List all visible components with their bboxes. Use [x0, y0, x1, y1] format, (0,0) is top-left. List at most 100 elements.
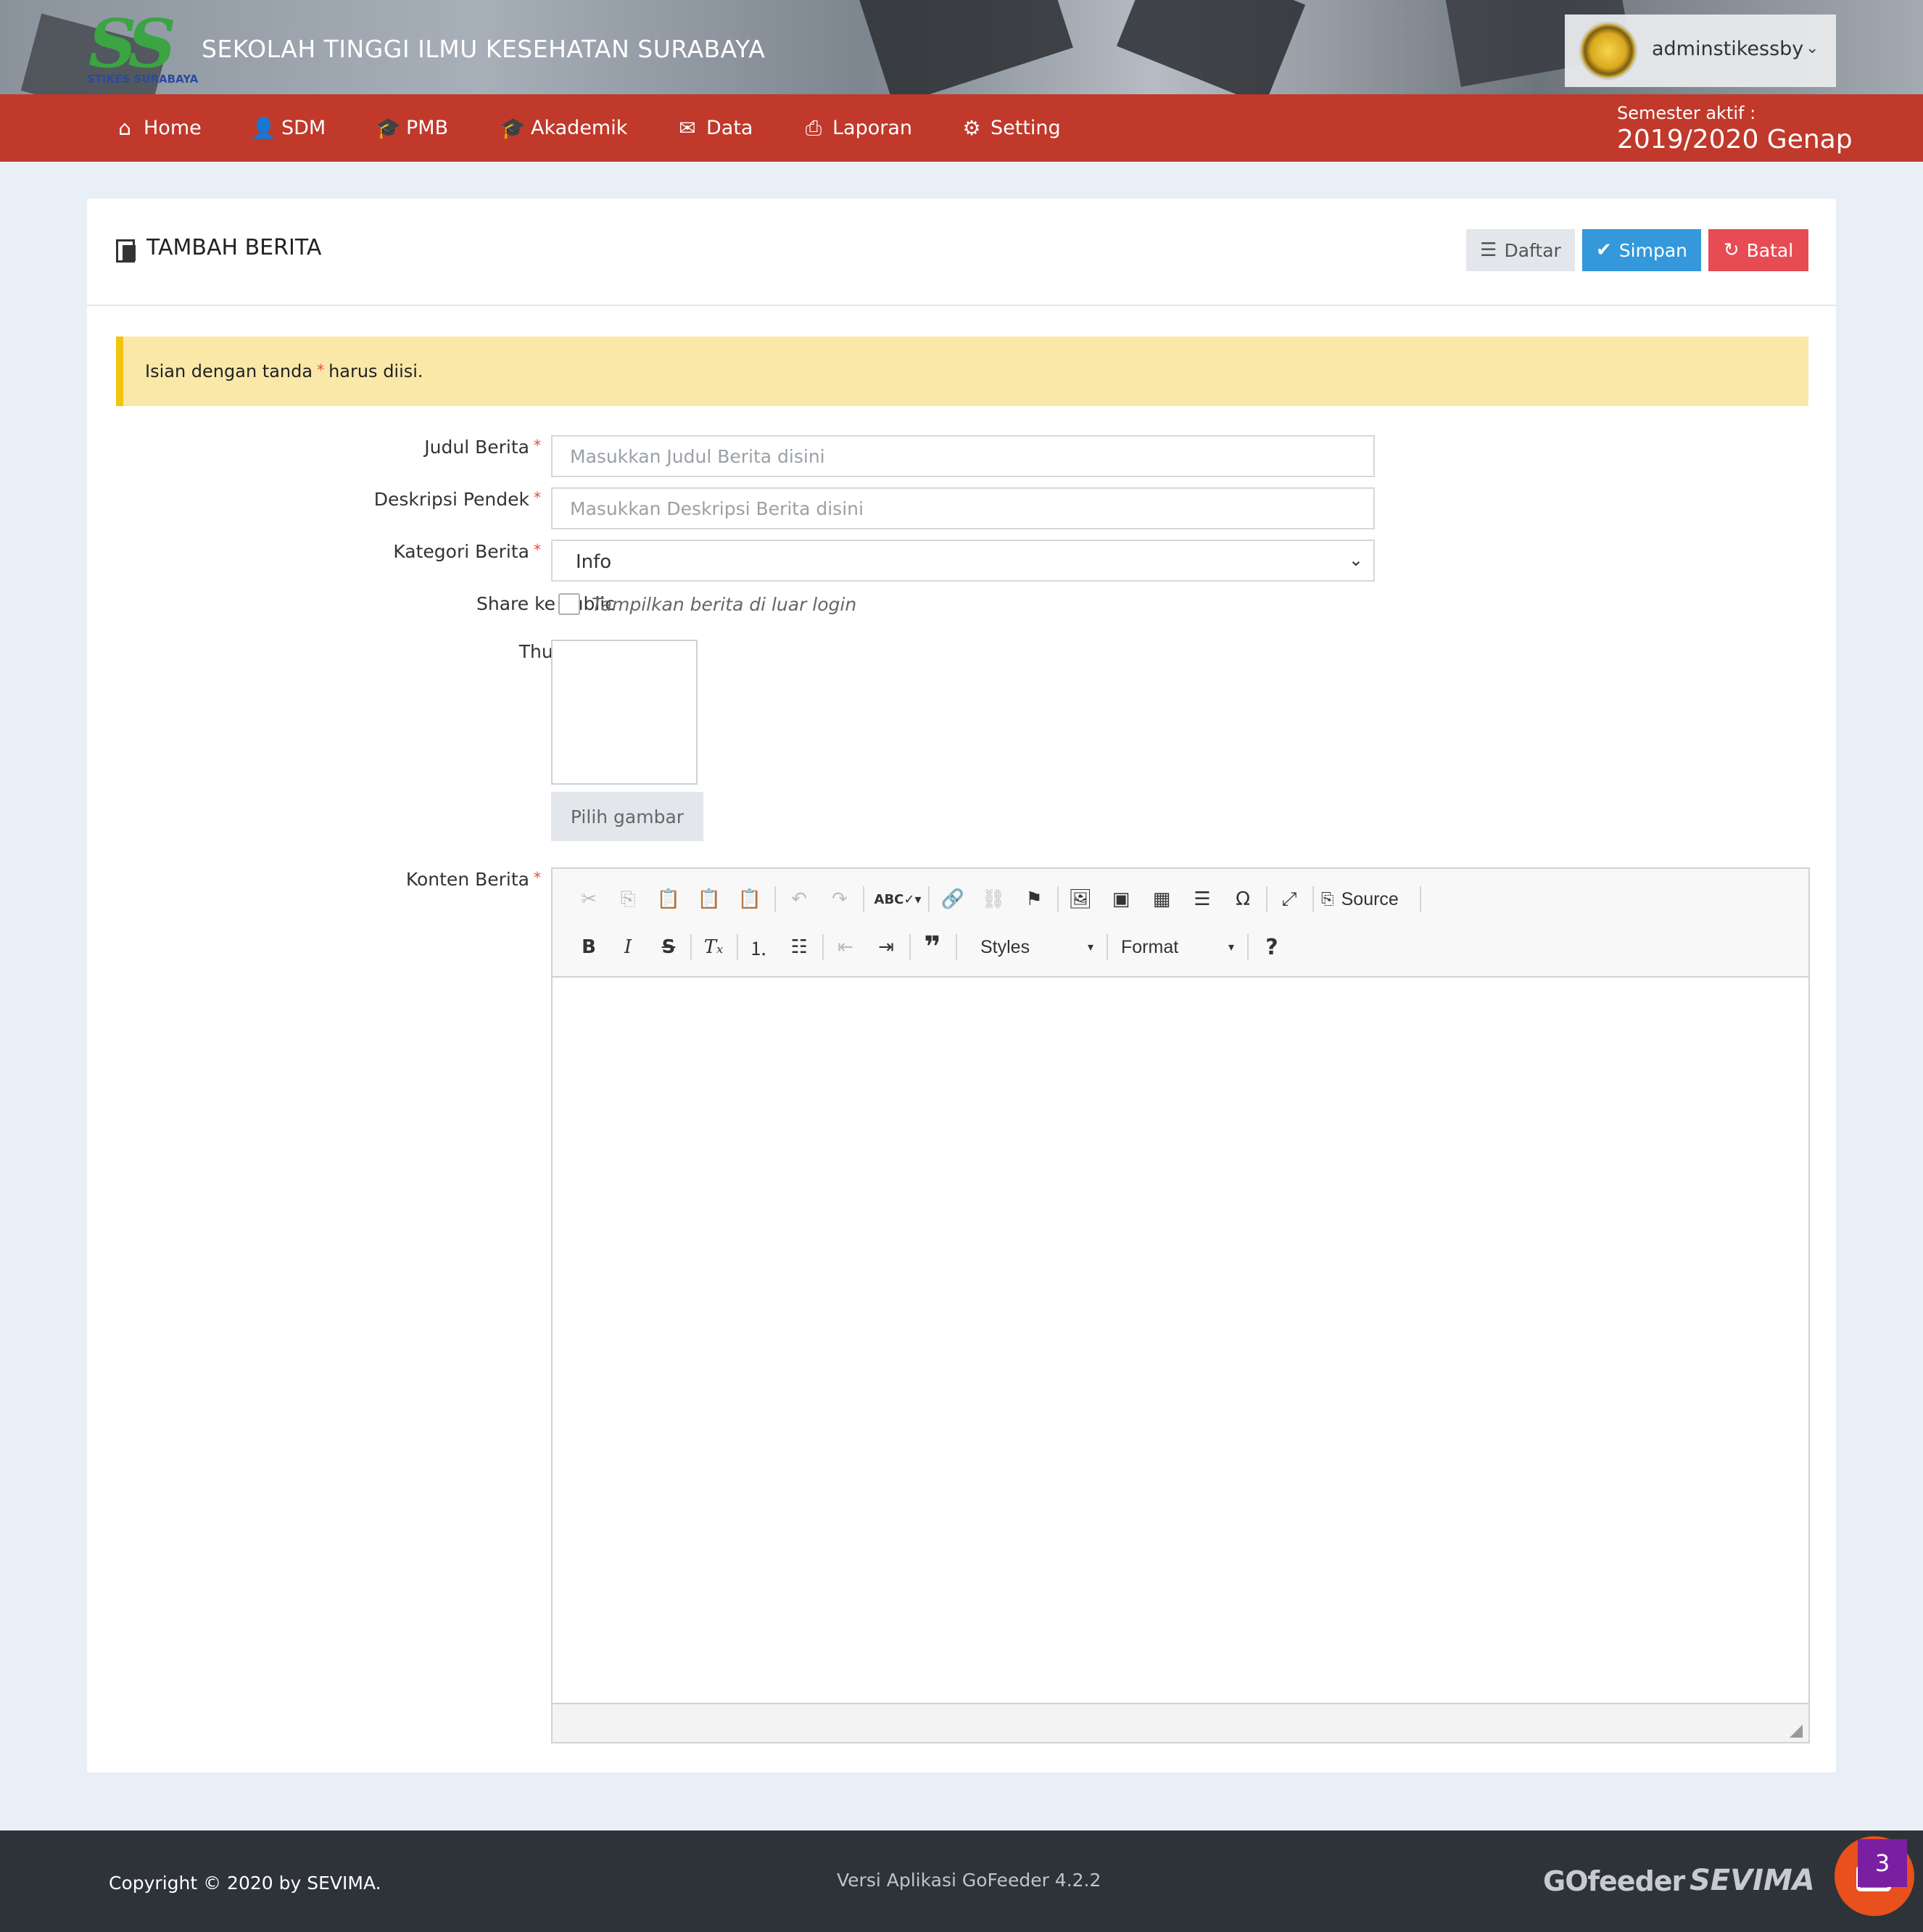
batal-button[interactable]: ↻ Batal: [1708, 229, 1808, 271]
toolbar-separator: [822, 934, 824, 960]
daftar-button[interactable]: ☰ Daftar: [1466, 229, 1575, 271]
undo-icon[interactable]: ↶: [783, 883, 815, 915]
format-dropdown[interactable]: Format ▾: [1121, 931, 1237, 963]
anchor-flag-icon[interactable]: ⚑: [1018, 883, 1050, 915]
bullet-list-icon[interactable]: ☷: [783, 931, 815, 963]
nav-item-sdm[interactable]: 👤 SDM: [251, 94, 326, 162]
nav-item-laporan[interactable]: ⎙ Laporan: [802, 94, 912, 162]
unlink-icon[interactable]: ⛓: [977, 883, 1009, 915]
gear-icon: ⚙: [962, 116, 981, 140]
avatar: [1579, 22, 1637, 80]
nav-item-label: Akademik: [531, 117, 628, 139]
special-char-icon[interactable]: Ω: [1227, 883, 1259, 915]
dropdown-arrow-icon: ▾: [1228, 941, 1235, 954]
required-notice-text: Isian dengan tanda * harus diisi.: [145, 361, 423, 381]
simpan-button[interactable]: ✔ Simpan: [1582, 229, 1701, 271]
dropdown-arrow-icon: ▾: [1088, 941, 1094, 954]
paste-text-icon[interactable]: 📋: [693, 883, 725, 915]
kategori-select[interactable]: Info ⌄: [551, 540, 1375, 582]
resize-handle-icon[interactable]: [1790, 1725, 1803, 1738]
site-logo[interactable]: SS STIKES SURABAYA: [86, 10, 198, 87]
source-label: Source: [1341, 888, 1399, 909]
table-icon[interactable]: ▦: [1146, 883, 1178, 915]
graduation-cap-icon: 🎓: [500, 116, 526, 140]
form-card: TAMBAH BERITA ☰ Daftar ✔ Simpan ↻ Batal …: [87, 199, 1836, 1772]
logo-subtitle: STIKES SURABAYA: [87, 73, 199, 86]
toolbar-separator: [863, 886, 864, 912]
nav-item-data[interactable]: ✉ Data: [676, 94, 753, 162]
semester-value: 2019/2020 Genap: [1617, 125, 1853, 154]
redo-icon[interactable]: ↷: [824, 883, 856, 915]
source-button[interactable]: ⎘ Source: [1321, 883, 1399, 915]
konten-label-text: Konten Berita: [405, 869, 529, 890]
horizontal-rule-icon[interactable]: ☰: [1186, 883, 1218, 915]
spellcheck-icon[interactable]: ABC✓▾: [874, 883, 922, 915]
toolbar-separator: [1420, 886, 1421, 912]
nav-item-pmb[interactable]: 🎓 PMB: [376, 94, 448, 162]
chat-notification-badge[interactable]: 3: [1858, 1839, 1907, 1887]
link-icon[interactable]: 🔗: [937, 883, 969, 915]
nav-item-label: Data: [706, 117, 753, 139]
kategori-label-text: Kategori Berita: [393, 541, 529, 562]
bold-icon[interactable]: B: [573, 931, 605, 963]
indent-icon[interactable]: ⇥: [870, 931, 902, 963]
site-title: SEKOLAH TINGGI ILMU KESEHATAN SURABAYA: [202, 35, 766, 63]
toolbar-separator: [1312, 886, 1314, 912]
help-icon[interactable]: ?: [1256, 931, 1288, 963]
editor-statusbar: [553, 1703, 1808, 1742]
share-checkbox-label[interactable]: Tampilkan berita di luar login: [592, 594, 856, 615]
toolbar-separator: [690, 934, 692, 960]
paste-icon[interactable]: 📋: [653, 883, 685, 915]
pilih-gambar-button[interactable]: Pilih gambar: [551, 792, 703, 841]
home-icon: ⌂: [118, 116, 131, 140]
nav-item-label: PMB: [406, 117, 449, 139]
styles-label: Styles: [980, 936, 1030, 957]
nav-item-label: Home: [144, 117, 202, 139]
app-version: Versi Aplikasi GoFeeder 4.2.2: [837, 1870, 1101, 1891]
check-icon: ✔: [1596, 239, 1612, 261]
maximize-icon[interactable]: ⤢: [1273, 883, 1305, 915]
user-menu[interactable]: adminstikessby ⌄: [1565, 15, 1836, 87]
copy-icon[interactable]: ⎘: [612, 883, 644, 915]
nav-item-akademik[interactable]: 🎓 Akademik: [500, 94, 627, 162]
judul-input[interactable]: [551, 435, 1375, 477]
insert-media-icon[interactable]: ▣: [1105, 883, 1137, 915]
paste-word-icon[interactable]: 📋: [734, 883, 766, 915]
footer: Copyright © 2020 by SEVIMA. Versi Aplika…: [0, 1830, 1923, 1932]
numbered-list-icon[interactable]: ⒈: [743, 931, 774, 963]
source-code-icon: ⎘: [1321, 890, 1334, 908]
required-marker: *: [534, 869, 541, 886]
required-marker: *: [534, 437, 541, 454]
deskripsi-label: Deskripsi Pendek *: [374, 489, 545, 510]
required-marker: *: [534, 489, 541, 506]
refresh-icon: ↻: [1723, 239, 1740, 261]
share-public-checkbox[interactable]: [558, 593, 580, 615]
styles-dropdown[interactable]: Styles ▾: [980, 931, 1096, 963]
nav-item-home[interactable]: ⌂ Home: [113, 94, 202, 162]
required-marker: *: [317, 361, 325, 379]
copyright-text: Copyright © 2020 by SEVIMA.: [109, 1873, 381, 1894]
kategori-value: Info: [576, 551, 612, 573]
blockquote-icon[interactable]: ❞: [917, 930, 948, 964]
cut-icon[interactable]: ✂: [573, 883, 605, 915]
nav-item-setting[interactable]: ⚙ Setting: [960, 94, 1060, 162]
strikethrough-icon[interactable]: S: [653, 931, 685, 963]
deskripsi-input[interactable]: [551, 487, 1375, 529]
main-nav: ⌂ Home 👤 SDM 🎓 PMB 🎓 Akademik ✉ Data ⎙ L…: [0, 94, 1923, 162]
konten-label: Konten Berita *: [406, 869, 545, 890]
chevron-down-icon: ⌄: [1806, 39, 1819, 57]
editor-content-area[interactable]: [553, 978, 1808, 1703]
image-icon[interactable]: 🖼: [1064, 883, 1096, 915]
italic-icon[interactable]: I: [612, 931, 644, 963]
judul-label: Judul Berita *: [424, 437, 545, 458]
toolbar-separator: [1247, 934, 1249, 960]
outdent-icon[interactable]: ⇤: [830, 931, 861, 963]
copy-icon: [116, 236, 138, 263]
toolbar-separator: [1057, 886, 1059, 912]
sevima-logo: SEVIMA: [1690, 1864, 1815, 1897]
list-icon: ☰: [1480, 239, 1497, 261]
editor-toolbar: ✂ ⎘ 📋 📋 📋 ↶ ↷ ABC✓▾ 🔗 ⛓ ⚑ 🖼 ▣ ▦ ☰ Ω ⤢ ⎘: [553, 869, 1808, 978]
nav-item-label: Laporan: [832, 117, 913, 139]
judul-label-text: Judul Berita: [424, 437, 529, 458]
remove-format-icon[interactable]: Tₓ: [698, 931, 729, 963]
